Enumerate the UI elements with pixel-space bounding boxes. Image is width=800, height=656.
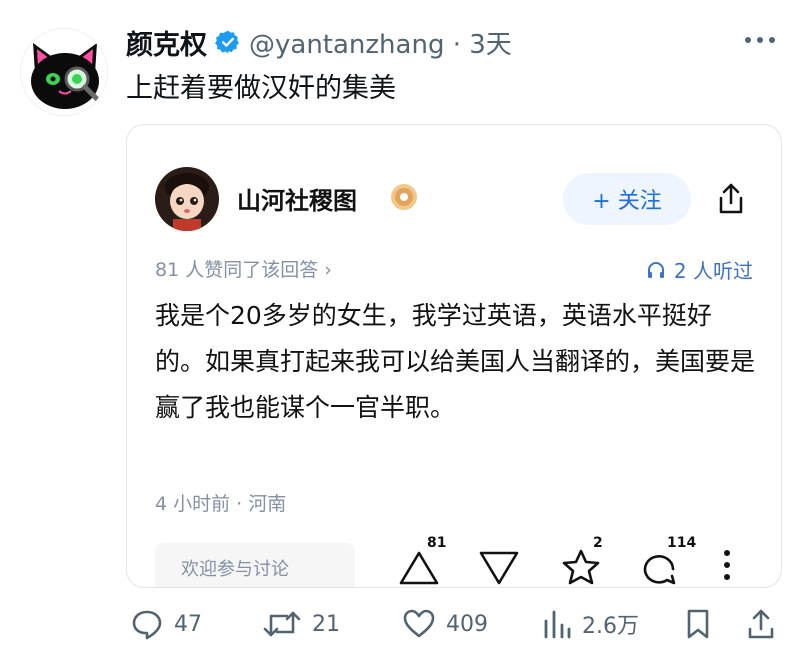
comment-bubble-icon — [643, 555, 676, 585]
verified-badge-icon — [215, 30, 239, 54]
bookmark-button[interactable] — [684, 606, 712, 642]
card-more-options[interactable] — [721, 545, 741, 587]
card-author-avatar — [155, 167, 219, 231]
approval-count[interactable]: 81 人赞同了该回答 › — [155, 255, 332, 282]
bookmark-icon — [687, 609, 709, 639]
views-button[interactable]: 2.6万 — [542, 606, 639, 642]
downvote-button[interactable] — [477, 545, 523, 587]
upvote-triangle-icon — [399, 551, 439, 585]
comment-input[interactable]: 欢迎参与讨论 — [155, 543, 355, 587]
upvote-count: 81 — [427, 535, 447, 551]
black-cat-avatar-icon — [21, 29, 107, 115]
card-author-name[interactable]: 山河社稷图 — [237, 181, 357, 216]
listen-count-label: 2 人听过 — [673, 259, 753, 283]
reply-count: 47 — [174, 611, 202, 637]
reply-button[interactable]: 47 — [130, 606, 202, 642]
tweet-text: 上赶着要做汉奸的集美 — [126, 73, 396, 104]
reply-icon — [132, 610, 162, 640]
follow-button[interactable]: + 关注 — [563, 173, 691, 225]
handle-and-time[interactable]: @yantanzhang · 3天 — [249, 24, 512, 61]
favorite-button[interactable]: 2 — [559, 535, 619, 587]
comment-count: 114 — [667, 535, 697, 551]
star-icon — [562, 549, 600, 585]
favorite-count: 2 — [593, 535, 603, 551]
more-options-icon[interactable] — [742, 24, 778, 56]
avatar[interactable] — [20, 28, 108, 116]
comments-button[interactable]: 114 — [637, 535, 707, 587]
downvote-triangle-icon — [479, 551, 519, 585]
heart-icon — [403, 609, 435, 638]
like-button[interactable]: 409 — [402, 606, 488, 642]
answer-meta: 4 小时前 · 河南 — [155, 493, 287, 515]
headphones-icon — [647, 261, 664, 278]
share-icon[interactable] — [713, 181, 749, 217]
view-count: 2.6万 — [582, 614, 639, 639]
tweet-header: 颜克权 @yantanzhang · 3天 — [126, 22, 512, 62]
retweet-count: 21 — [312, 611, 340, 637]
embedded-image-card[interactable]: 山河社稷图 + 关注 81 人赞同了该回答 › 2 人听过 我是个20多岁的女生… — [126, 124, 782, 588]
donut-badge-icon — [391, 184, 417, 210]
retweet-icon — [263, 611, 301, 637]
display-name[interactable]: 颜克权 — [126, 23, 207, 62]
cartoon-girl-avatar-icon — [155, 167, 219, 231]
vertical-dots-icon — [724, 550, 730, 580]
like-count: 409 — [446, 611, 488, 637]
upvote-button[interactable]: 81 — [397, 535, 457, 587]
views-bar-chart-icon — [544, 610, 571, 639]
answer-text: 我是个20多岁的女生，我学过英语，英语水平挺好的。如果真打起来我可以给美国人当翻… — [155, 301, 756, 422]
share-post-button[interactable] — [746, 606, 776, 642]
listen-count[interactable]: 2 人听过 — [646, 255, 753, 284]
retweet-button[interactable]: 21 — [262, 606, 340, 642]
share-upload-icon — [748, 609, 774, 639]
tweet-action-bar: 47 21 409 2.6万 — [0, 600, 800, 650]
